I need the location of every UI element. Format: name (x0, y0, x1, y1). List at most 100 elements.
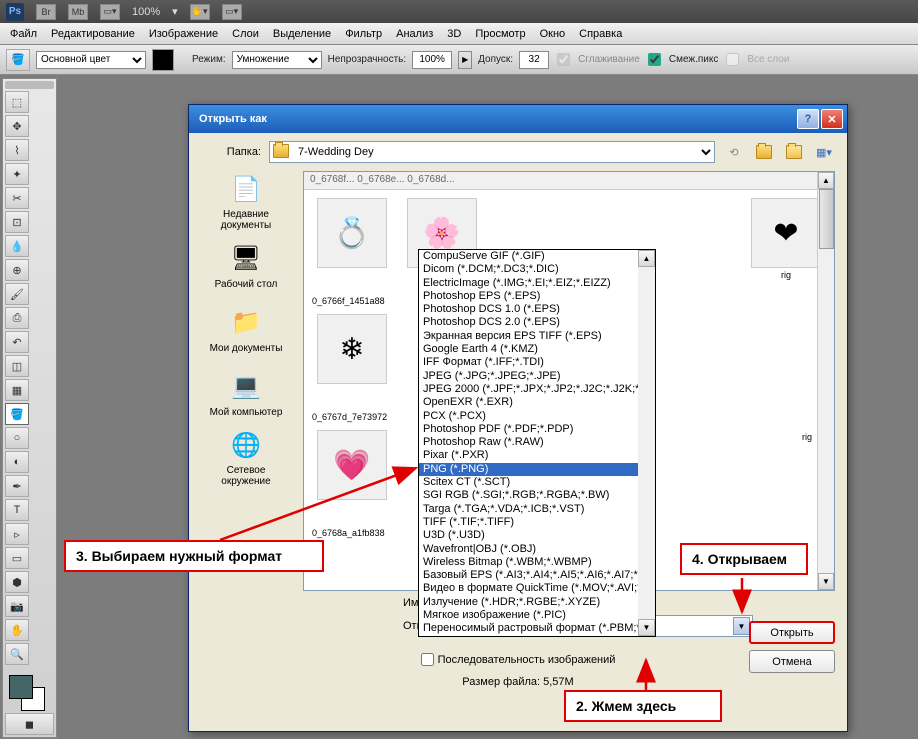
lasso-tool[interactable]: ⌇ (5, 139, 29, 161)
menu-filter[interactable]: Фильтр (345, 28, 382, 40)
hand-tool[interactable]: ✋ (5, 619, 29, 641)
file-list-scrollbar[interactable]: ▲ ▼ (817, 172, 834, 590)
format-option[interactable]: Мягкое изображение (*.PIC) (419, 609, 655, 622)
menu-layer[interactable]: Слои (232, 28, 259, 40)
file-thumb[interactable]: 💍 (312, 198, 392, 298)
format-option[interactable]: Photoshop PDF (*.PDF;*.PDP) (419, 423, 655, 436)
place-desktop[interactable]: 🖥 Рабочий стол (206, 235, 286, 295)
hand-tool-icon[interactable]: ✋▾ (190, 4, 210, 20)
type-tool[interactable]: T (5, 499, 29, 521)
zoom-tool[interactable]: 🔍 (5, 643, 29, 665)
dodge-tool[interactable]: ◐ (5, 451, 29, 473)
menu-view[interactable]: Просмотр (475, 28, 525, 40)
brush-tool[interactable]: 🖌 (5, 283, 29, 305)
opacity-arrow-icon[interactable]: ▶ (458, 51, 472, 69)
fill-source-select[interactable]: Основной цвет (36, 51, 146, 69)
magic-wand-tool[interactable]: ✦ (5, 163, 29, 185)
3d-tool[interactable]: ⬢ (5, 571, 29, 593)
move-tool[interactable]: ✥ (5, 115, 29, 137)
color-swatches[interactable] (5, 671, 54, 711)
format-dropdown-list[interactable]: CompuServe GIF (*.GIF)Dicom (*.DCM;*.DC3… (418, 249, 656, 637)
cancel-button[interactable]: Отмена (749, 650, 835, 673)
healing-tool[interactable]: ⊕ (5, 259, 29, 281)
nav-views-icon[interactable]: ▦▾ (813, 141, 835, 163)
format-option[interactable]: TIFF (*.TIF;*.TIFF) (419, 516, 655, 529)
crop-tool[interactable]: ✂ (5, 187, 29, 209)
scroll-down-icon[interactable]: ▼ (818, 573, 834, 590)
menu-window[interactable]: Окно (540, 28, 566, 40)
contiguous-checkbox[interactable] (648, 53, 661, 66)
scroll-down-icon[interactable]: ▼ (638, 619, 655, 636)
menu-file[interactable]: Файл (10, 28, 37, 40)
format-option[interactable]: Wavefront|OBJ (*.OBJ) (419, 543, 655, 556)
format-option[interactable]: Targa (*.TGA;*.VDA;*.ICB;*.VST) (419, 503, 655, 516)
nav-newfolder-icon[interactable] (783, 141, 805, 163)
format-option[interactable]: Экранная версия EPS TIFF (*.EPS) (419, 330, 655, 343)
dialog-titlebar[interactable]: Открыть как ? ✕ (189, 105, 847, 133)
nav-back-icon[interactable]: ⟲ (723, 141, 745, 163)
format-option[interactable]: ElectricImage (*.IMG;*.EI;*.EIZ;*.EIZZ) (419, 277, 655, 290)
sequence-checkbox[interactable] (421, 653, 434, 666)
gradient-tool[interactable]: ▦ (5, 379, 29, 401)
place-recent[interactable]: 📄 Недавние документы (206, 171, 286, 231)
format-option[interactable]: Излучение (*.HDR;*.RGBE;*.XYZE) (419, 596, 655, 609)
format-option[interactable]: PCX (*.PCX) (419, 410, 655, 423)
format-option[interactable]: Scitex CT (*.SCT) (419, 476, 655, 489)
place-documents[interactable]: 📁 Мои документы (206, 299, 286, 359)
toolbox-grip[interactable] (5, 81, 54, 89)
format-option[interactable]: JPEG 2000 (*.JPF;*.JPX;*.JP2;*.J2C;*.J2K… (419, 383, 655, 396)
3d-camera-tool[interactable]: 📷 (5, 595, 29, 617)
color-swatch[interactable] (152, 49, 174, 71)
pen-tool[interactable]: ✒ (5, 475, 29, 497)
scroll-up-icon[interactable]: ▲ (638, 250, 655, 267)
history-brush-tool[interactable]: ↶ (5, 331, 29, 353)
help-button[interactable]: ? (797, 109, 819, 129)
path-tool[interactable]: ▹ (5, 523, 29, 545)
format-option[interactable]: Видео в формате QuickTime (*.MOV;*.AVI;*… (419, 582, 655, 595)
screen-mode-icon[interactable]: ▭▾ (100, 4, 120, 20)
zoom-level[interactable]: 100% (132, 6, 160, 18)
quickmask-tool[interactable]: ◼ (5, 713, 54, 735)
nav-up-icon[interactable] (753, 141, 775, 163)
dropdown-scrollbar[interactable]: ▲ ▼ (638, 250, 655, 636)
minibridge-icon[interactable]: Mb (68, 4, 88, 20)
eyedropper-tool[interactable]: 💧 (5, 235, 29, 257)
close-button[interactable]: ✕ (821, 109, 843, 129)
format-option[interactable]: Dicom (*.DCM;*.DC3;*.DIC) (419, 263, 655, 276)
format-option[interactable]: Photoshop DCS 2.0 (*.EPS) (419, 316, 655, 329)
format-option[interactable]: Pixar (*.PXR) (419, 449, 655, 462)
tolerance-input[interactable] (519, 51, 549, 69)
bucket-tool[interactable]: 🪣 (5, 403, 29, 425)
scroll-up-icon[interactable]: ▲ (818, 172, 834, 189)
format-option[interactable]: U3D (*.U3D) (419, 529, 655, 542)
dropdown-arrow-icon[interactable]: ▼ (733, 617, 750, 635)
bridge-icon[interactable]: Br (36, 4, 56, 20)
place-network[interactable]: 🌐 Сетевое окружение (206, 427, 286, 487)
format-option[interactable]: JPEG (*.JPG;*.JPEG;*.JPE) (419, 370, 655, 383)
shape-tool[interactable]: ▭ (5, 547, 29, 569)
file-thumb[interactable]: ❤rig (746, 198, 826, 298)
format-option[interactable]: Wireless Bitmap (*.WBM;*.WBMP) (419, 556, 655, 569)
menu-edit[interactable]: Редактирование (51, 28, 135, 40)
menu-analysis[interactable]: Анализ (396, 28, 433, 40)
marquee-tool[interactable]: ⬚ (5, 91, 29, 113)
open-button[interactable]: Открыть (749, 621, 835, 644)
slice-tool[interactable]: ⊡ (5, 211, 29, 233)
file-thumb[interactable]: ❄ (312, 314, 392, 414)
format-option[interactable]: CompuServe GIF (*.GIF) (419, 250, 655, 263)
blur-tool[interactable]: ○ (5, 427, 29, 449)
format-option[interactable]: Базовый EPS (*.AI3;*.AI4;*.AI5;*.AI6;*.A… (419, 569, 655, 582)
format-option[interactable]: IFF Формат (*.IFF;*.TDI) (419, 356, 655, 369)
eraser-tool[interactable]: ◫ (5, 355, 29, 377)
format-option[interactable]: Photoshop DCS 1.0 (*.EPS) (419, 303, 655, 316)
foreground-color-swatch[interactable] (9, 675, 33, 699)
format-option[interactable]: Photoshop EPS (*.EPS) (419, 290, 655, 303)
file-thumb[interactable]: 💗 (312, 430, 392, 530)
folder-select[interactable]: 7-Wedding Dey (269, 141, 715, 163)
opacity-input[interactable] (412, 51, 452, 69)
format-option[interactable]: SGI RGB (*.SGI;*.RGB;*.RGBA;*.BW) (419, 489, 655, 502)
scroll-thumb[interactable] (819, 189, 834, 249)
format-option[interactable]: Google Earth 4 (*.KMZ) (419, 343, 655, 356)
format-option[interactable]: PNG (*.PNG) (419, 463, 655, 476)
format-option[interactable]: Photoshop Raw (*.RAW) (419, 436, 655, 449)
